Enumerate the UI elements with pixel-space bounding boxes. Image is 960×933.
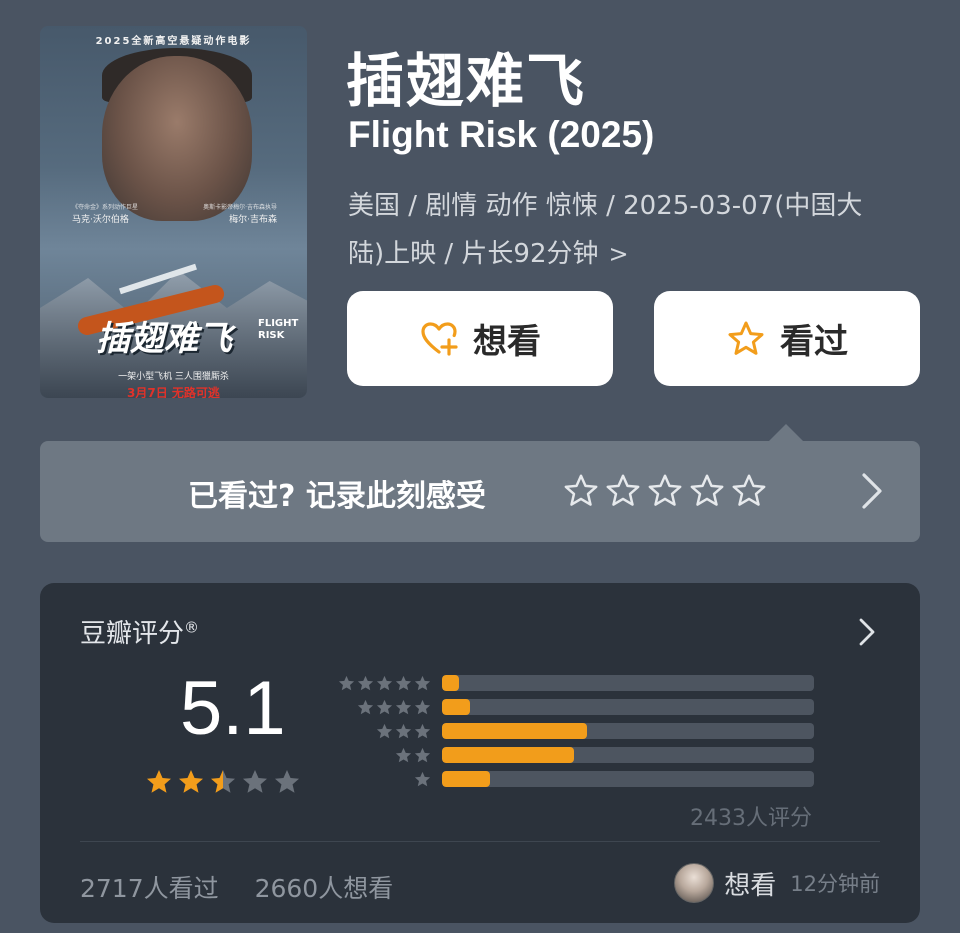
small-star-icon [414,723,431,738]
small-star-icon [414,675,431,690]
rating-bar-track [442,747,814,763]
score-star-icon [211,770,235,793]
poster-title-en-line2: RISK [258,330,285,341]
small-star-icon [414,771,431,786]
record-panel-pointer [768,424,804,442]
movie-meta[interactable]: 美国 / 剧情 动作 惊悚 / 2025-03-07(中国大 陆)上映 / 片长… [348,182,908,278]
rating-bar-4-star [442,699,470,715]
small-star-icon [395,747,412,762]
douban-rating-card: 豆瓣评分® 5.1 2433人评分 2717人看过 2660人想看 想看 12分… [40,583,920,923]
rate-star-1-icon[interactable] [562,472,600,510]
score-star-icon [147,770,171,793]
rating-bar-1-star [442,771,491,787]
movie-title-zh: 插翅难飞 [346,47,587,115]
recent-time: 12分钟前 [790,872,880,896]
rating-bar-track [442,771,814,787]
poster-release: 3月7日 无路可逃 [127,386,220,398]
poster-cast-left-name: 马克·沃尔伯格 [72,215,129,225]
rating-bar-track [442,699,814,715]
watched-button[interactable]: 看过 [654,291,920,386]
poster-tagline: 一架小型飞机 三人围獵厮杀 [118,372,229,382]
want-to-watch-button[interactable]: 想看 [347,291,613,386]
rating-bar-3-star [442,723,588,739]
record-prompt: 已看过? 记录此刻感受 [188,479,486,514]
rating-bar-track [442,675,814,691]
recent-activity[interactable]: 想看 12分钟前 [674,863,880,903]
registered-mark: ® [184,618,200,637]
score-star-icon [179,770,203,793]
seen-count: 2717人看过 [80,874,219,903]
rating-row-4-star [336,695,814,719]
score-star-icon [243,770,267,793]
watch-stats[interactable]: 2717人看过 2660人想看 [80,869,393,905]
rating-label-text: 豆瓣评分 [80,619,185,649]
poster-cast-left: 《夺命金》系列动作巨星 马克·沃尔伯格 [72,202,138,226]
chevron-right-icon: > [608,240,629,268]
chevron-right-icon [862,473,882,509]
poster-cast-right-name: 梅尔·吉布森 [229,215,277,225]
poster-top-text: 2025全新高空悬疑动作电影 [95,36,252,47]
avatar [674,863,715,903]
rating-row-stars [336,722,432,741]
rating-bar-5-star [442,675,459,691]
rate-star-5-icon[interactable] [730,472,768,510]
movie-title-en: Flight Risk (2025) [348,114,655,155]
rating-label: 豆瓣评分® [80,613,199,650]
rating-row-2-star [336,743,814,767]
rating-score: 5.1 [180,666,286,751]
score-star-icon [275,770,299,793]
small-star-icon [414,699,431,714]
small-star-icon [395,723,412,738]
rate-star-3-icon[interactable] [646,472,684,510]
rating-row-stars [336,770,432,789]
rate-star-4-icon[interactable] [688,472,726,510]
small-star-icon [357,675,374,690]
small-star-icon [376,723,393,738]
poster-cast-right-note: 奥斯卡影帝梅尔·吉布森执导 [203,204,277,211]
divider [80,841,880,842]
seen-label: 看过 [780,322,848,362]
rating-row-stars [336,674,432,693]
rating-distribution [336,671,814,791]
rating-bar-track [442,723,814,739]
rate-stars [562,472,768,510]
heart-plus-icon [421,321,458,356]
small-star-icon [376,675,393,690]
small-star-icon [414,747,431,762]
movie-poster[interactable]: 2025全新高空悬疑动作电影 《夺命金》系列动作巨星 马克·沃尔伯格 奥斯卡影帝… [40,26,307,398]
small-star-icon [338,675,355,690]
small-star-icon [376,699,393,714]
poster-cast-left-note: 《夺命金》系列动作巨星 [72,204,139,211]
poster-cast-right: 奥斯卡影帝梅尔·吉布森执导 梅尔·吉布森 [203,202,277,226]
rating-count: 2433人评分 [690,806,812,831]
record-feeling-panel[interactable]: 已看过? 记录此刻感受 [40,441,920,542]
poster-title: 插翅难飞 [96,319,232,359]
rate-star-2-icon[interactable] [604,472,642,510]
rating-row-stars [336,698,432,717]
movie-meta-line2-text: 陆)上映 / 片长92分钟 [348,239,599,269]
chevron-right-icon[interactable] [858,617,876,647]
poster-title-en-line1: FLIGHT [258,318,299,329]
small-star-icon [395,675,412,690]
rating-row-5-star [336,671,814,695]
rating-bar-2-star [442,747,575,763]
rating-row-stars [336,746,432,765]
small-star-icon [357,699,374,714]
movie-meta-line1: 美国 / 剧情 动作 惊悚 / 2025-03-07(中国大 [348,191,863,221]
movie-meta-line2: 陆)上映 / 片长92分钟 > [348,230,908,278]
recent-action: 想看 [724,870,777,901]
rating-row-1-star [336,767,814,791]
poster-title-en: FLIGHT RISK [258,318,298,342]
want-count: 2660人想看 [254,874,394,903]
score-stars [144,767,302,797]
rating-row-3-star [336,719,814,743]
small-star-icon [395,699,412,714]
want-label: 想看 [473,322,541,362]
star-outline-icon [728,321,764,355]
poster-face [102,56,252,221]
